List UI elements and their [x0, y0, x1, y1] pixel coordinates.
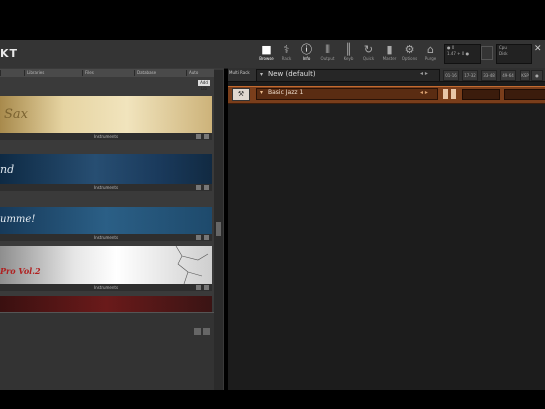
cpu-meter: ● 0 1.47 + 0 ● [444, 44, 481, 64]
tab-auto[interactable]: Auto [186, 70, 215, 76]
tab-database[interactable]: Database [134, 70, 185, 76]
volume-slider[interactable] [462, 89, 500, 100]
toolbar-rack-button[interactable]: ⚕ Rack [277, 43, 296, 63]
info-pane-button-1[interactable] [194, 328, 201, 335]
library-title-2: nd [0, 163, 15, 176]
rack-page-button-1[interactable]: 01-16 [443, 70, 459, 81]
instrument-chevron-icon[interactable]: ▾ [260, 89, 263, 96]
options-label: Options [401, 56, 418, 61]
library-footer-1: Instruments [0, 133, 212, 140]
library-title-3: umme! [0, 214, 36, 225]
library-footer-2: Instruments [0, 184, 212, 191]
library-title-4: Pro Vol.2 [0, 266, 41, 276]
memory-icon [481, 46, 493, 60]
toolbar-mastr-button[interactable]: ▮ Master [380, 43, 399, 63]
toolbar-purge-button[interactable]: ⌂ Purge [421, 43, 440, 63]
mute-button[interactable] [451, 89, 456, 99]
multi-preset-name: New (default) [268, 70, 316, 78]
mastr-icon: ▮ [386, 43, 393, 56]
browse-icon: ■ [261, 43, 272, 56]
library-gear-icon-1[interactable] [204, 134, 209, 139]
disk-label-2: Disk [499, 51, 508, 56]
toolbar-browse-button[interactable]: ■ Browse [257, 43, 276, 63]
output-label: Output [320, 56, 335, 61]
keyb-icon: ║ [345, 43, 352, 56]
instrument-nav-arrows[interactable]: ◂ ▸ [420, 89, 428, 96]
disk-meter: Cpu Disk [496, 44, 532, 64]
rack-page-button-2[interactable]: 17-32 [462, 70, 478, 81]
library-title-1: Sax [4, 107, 28, 122]
level-meter [504, 89, 545, 100]
chevron-down-icon[interactable]: ▾ [260, 71, 263, 78]
scrollbar-thumb[interactable] [216, 222, 221, 236]
multi-rack-area [228, 68, 545, 390]
library-card-4[interactable]: Pro Vol.2 Instruments [0, 246, 212, 296]
library-card-5-partial[interactable] [0, 296, 212, 312]
library-card-3[interactable]: umme! Instruments [0, 207, 212, 242]
library-menu-icon-1[interactable] [196, 134, 201, 139]
quick-label: Quick [362, 56, 375, 61]
purge-label: Purge [424, 56, 437, 61]
wrench-icon[interactable]: ⚒ [232, 88, 250, 101]
bottom-black-bar [0, 390, 545, 409]
info-label: Info [302, 56, 311, 61]
library-card-2[interactable]: nd Instruments [0, 154, 212, 192]
crack-texture-icon [175, 246, 209, 284]
browser-info-pane [0, 312, 214, 391]
rack-icon: ⚕ [283, 43, 290, 56]
aux-button[interactable]: ● [531, 70, 543, 81]
output-icon: ⫴ [325, 43, 330, 56]
options-icon: ⚙ [404, 43, 415, 56]
tab-0[interactable] [0, 70, 25, 76]
app-logo: KT [0, 47, 19, 60]
close-icon[interactable]: ✕ [534, 44, 542, 54]
library-menu-icon-2[interactable] [196, 185, 201, 190]
library-gear-icon-3[interactable] [204, 235, 209, 240]
rack-label: Rack [281, 56, 292, 61]
library-footer-3: Instruments [0, 234, 212, 241]
mastr-label: Master [382, 56, 397, 61]
rack-page-button-4[interactable]: 49-64 [500, 70, 516, 81]
toolbar-options-button[interactable]: ⚙ Options [400, 43, 419, 63]
library-footer-4: Instruments [0, 284, 212, 291]
instrument-name: Basic Jazz 1 [268, 89, 304, 96]
rack-page-button-3[interactable]: 33-48 [481, 70, 497, 81]
library-gear-icon-2[interactable] [204, 185, 209, 190]
quick-icon: ↻ [363, 43, 374, 56]
keyb-label: Keyb [343, 56, 354, 61]
toolbar-quick-button[interactable]: ↻ Quick [359, 43, 378, 63]
ksp-button[interactable]: KSP [520, 70, 530, 81]
info-pane-button-2[interactable] [203, 328, 210, 335]
tab-files[interactable]: Files [82, 70, 133, 76]
library-card-1[interactable]: Sax Instruments [0, 96, 212, 141]
purge-icon: ⌂ [427, 43, 434, 56]
library-banner-2 [0, 154, 212, 184]
top-black-bar [0, 0, 545, 40]
browse-label: Browse [259, 56, 274, 61]
add-library-button[interactable]: Add Lib [198, 80, 210, 91]
solo-button[interactable] [443, 89, 448, 99]
cpu-line-2: 1.47 + 0 ● [447, 51, 470, 56]
library-gear-icon-4[interactable] [204, 285, 209, 290]
toolbar-info-button[interactable]: ⓘ Info [297, 43, 316, 63]
info-icon: ⓘ [301, 43, 312, 56]
toolbar-output-button[interactable]: ⫴ Output [318, 43, 337, 63]
library-menu-icon-3[interactable] [196, 235, 201, 240]
library-menu-icon-4[interactable] [196, 285, 201, 290]
tab-libraries[interactable]: Libraries [24, 70, 83, 76]
library-banner-1 [0, 96, 212, 133]
preset-nav-arrows[interactable]: ◂ ▸ [420, 70, 428, 77]
multi-rack-label: Multi Rack [229, 70, 250, 75]
toolbar-keyb-button[interactable]: ║ Keyb [339, 43, 358, 63]
